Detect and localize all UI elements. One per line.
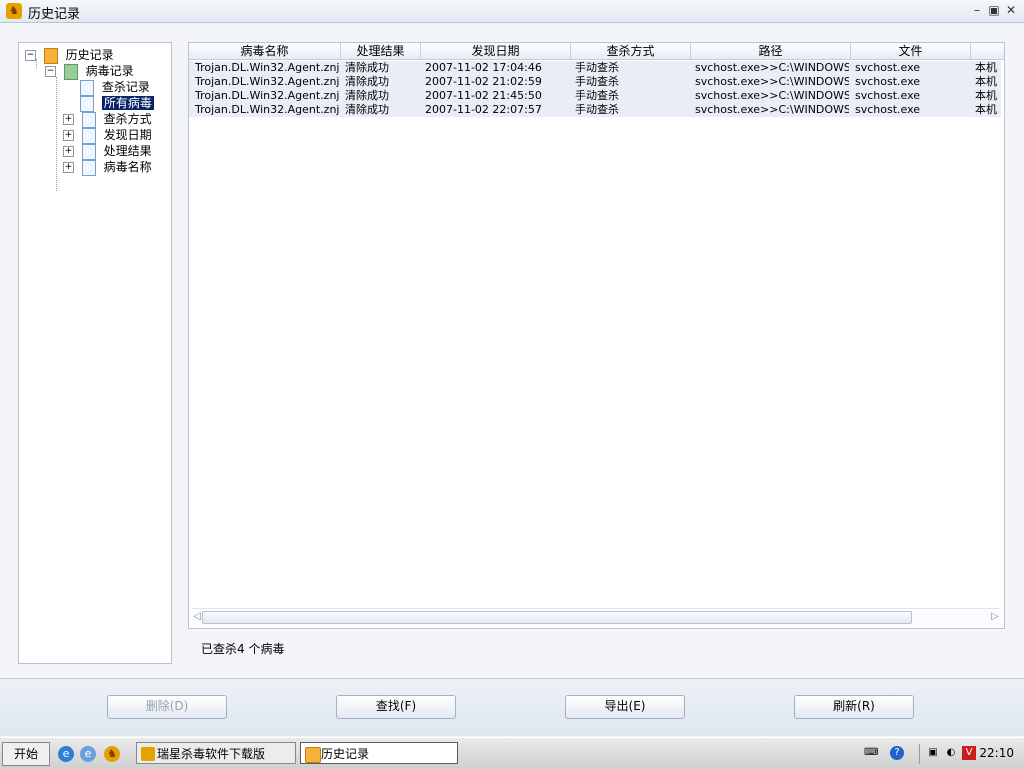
expand-toggle[interactable]: + xyxy=(63,162,74,173)
delete-button[interactable]: 删除(D) xyxy=(107,695,227,719)
tree-item-scan-records[interactable]: 查杀记录 xyxy=(80,78,150,96)
tree-item-result[interactable]: + 处理结果 xyxy=(63,142,152,160)
rising-lion-icon[interactable]: ♞ xyxy=(104,746,120,762)
table-row[interactable]: Trojan.DL.Win32.Agent.znj 清除成功 2007-11-0… xyxy=(189,61,1001,75)
expand-toggle[interactable]: + xyxy=(63,130,74,141)
monitor-icon[interactable]: ▣ xyxy=(926,746,940,760)
close-button[interactable]: ✕ xyxy=(1004,3,1018,17)
tree-item-all-viruses[interactable]: 所有病毒 xyxy=(80,94,154,112)
taskbar: 开始 e e ♞ 瑞星杀毒软件下载版 历史记录 ⌨ ? ▣ ◐ V 22:10 xyxy=(0,737,1024,769)
restore-button[interactable]: ▣ xyxy=(987,3,1001,17)
table-row[interactable]: Trojan.DL.Win32.Agent.znj 清除成功 2007-11-0… xyxy=(189,89,1001,103)
horizontal-scrollbar[interactable]: ◁ ▷ xyxy=(192,608,1000,625)
rising-lion-icon: ♞ xyxy=(6,3,22,19)
table-row[interactable]: Trojan.DL.Win32.Agent.znj 清除成功 2007-11-0… xyxy=(189,75,1001,89)
find-button[interactable]: 查找(F) xyxy=(336,695,456,719)
scroll-left-icon[interactable]: ◁ xyxy=(192,610,202,624)
speaker-icon[interactable]: ◐ xyxy=(944,746,958,760)
tree-item-scan-method[interactable]: + 查杀方式 xyxy=(63,110,152,128)
scroll-thumb[interactable] xyxy=(202,611,912,624)
history-folder-icon xyxy=(305,747,321,763)
start-button[interactable]: 开始 xyxy=(2,742,50,766)
browser-icon[interactable]: e xyxy=(80,746,96,762)
column-header-extra[interactable] xyxy=(971,43,1004,59)
expand-toggle[interactable]: + xyxy=(63,146,74,157)
minimize-button[interactable]: – xyxy=(970,3,984,17)
tree-item-virus-name[interactable]: + 病毒名称 xyxy=(63,158,152,176)
table-row[interactable]: Trojan.DL.Win32.Agent.znj 清除成功 2007-11-0… xyxy=(189,103,1001,117)
document-icon xyxy=(81,159,96,176)
refresh-button[interactable]: 刷新(R) xyxy=(794,695,914,719)
tree-item-found-date[interactable]: + 发现日期 xyxy=(63,126,152,144)
history-tree: − 历史记录 − 病毒记录 查杀记录 所有病毒 + 查杀方式 + 发现日期 + … xyxy=(18,42,172,664)
column-header-result[interactable]: 处理结果 xyxy=(341,43,421,59)
clock: 22:10 xyxy=(979,746,1014,760)
column-header-date[interactable]: 发现日期 xyxy=(421,43,571,59)
column-header-path[interactable]: 路径 xyxy=(691,43,851,59)
column-header-file[interactable]: 文件 xyxy=(851,43,971,59)
help-icon[interactable]: ? xyxy=(890,746,904,760)
expand-toggle[interactable]: + xyxy=(63,114,74,125)
antivirus-icon[interactable]: V xyxy=(962,746,976,760)
collapse-toggle[interactable]: − xyxy=(25,50,36,61)
window-title: 历史记录 xyxy=(28,7,81,22)
scroll-right-icon[interactable]: ▷ xyxy=(990,610,1000,624)
collapse-toggle[interactable]: − xyxy=(45,66,56,77)
tree-node-virus-records[interactable]: − 病毒记录 xyxy=(45,62,134,80)
status-text: 已查杀4 个病毒 xyxy=(201,642,285,656)
history-window: − 历史记录 − 病毒记录 查杀记录 所有病毒 + 查杀方式 + 发现日期 + … xyxy=(0,23,1024,736)
virus-table: 病毒名称 处理结果 发现日期 查杀方式 路径 文件 Trojan.DL.Win3… xyxy=(188,42,1005,629)
ie-icon[interactable]: e xyxy=(58,746,74,762)
action-bar: 删除(D) 查找(F) 导出(E) 刷新(R) xyxy=(0,678,1024,736)
export-button[interactable]: 导出(E) xyxy=(565,695,685,719)
network-icon[interactable]: ⌨ xyxy=(864,746,878,760)
task-history[interactable]: 历史记录 xyxy=(300,742,458,764)
rising-lion-icon xyxy=(141,747,155,761)
records-folder-icon xyxy=(63,63,78,80)
column-header-virus-name[interactable]: 病毒名称 xyxy=(189,43,341,59)
title-bar: ♞ 历史记录 – ▣ ✕ xyxy=(0,0,1024,23)
column-header-method[interactable]: 查杀方式 xyxy=(571,43,691,59)
table-header: 病毒名称 处理结果 发现日期 查杀方式 路径 文件 xyxy=(189,43,1004,60)
tree-node-history[interactable]: − 历史记录 xyxy=(25,46,114,64)
task-rising-download[interactable]: 瑞星杀毒软件下载版 xyxy=(136,742,296,764)
